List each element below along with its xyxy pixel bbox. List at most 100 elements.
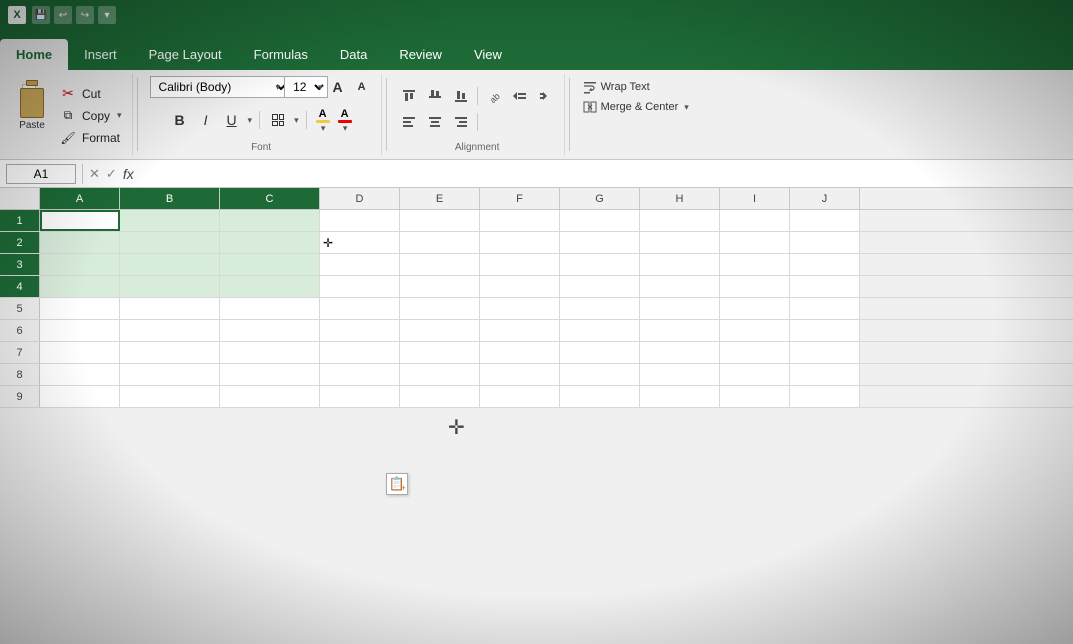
cell-i9[interactable] — [720, 386, 790, 407]
col-header-j[interactable]: J — [790, 188, 860, 209]
cell-g3[interactable] — [560, 254, 640, 275]
cell-d6[interactable] — [320, 320, 400, 341]
cell-i6[interactable] — [720, 320, 790, 341]
cell-a9[interactable] — [40, 386, 120, 407]
col-header-c[interactable]: C — [220, 188, 320, 209]
cell-h9[interactable] — [640, 386, 720, 407]
cell-g7[interactable] — [560, 342, 640, 363]
tab-insert[interactable]: Insert — [68, 39, 133, 70]
cell-c9[interactable] — [220, 386, 320, 407]
cell-j6[interactable] — [790, 320, 860, 341]
col-header-b[interactable]: B — [120, 188, 220, 209]
cell-i3[interactable] — [720, 254, 790, 275]
highlight-dropdown-arrow[interactable]: ▾ — [321, 123, 326, 134]
cell-j2[interactable] — [790, 232, 860, 253]
underline-button[interactable]: U — [221, 109, 243, 131]
cell-a7[interactable] — [40, 342, 120, 363]
paste-smart-tag[interactable]: 📋+ — [386, 473, 408, 495]
cell-h4[interactable] — [640, 276, 720, 297]
cell-g4[interactable] — [560, 276, 640, 297]
row-header-9[interactable]: 9 — [0, 386, 40, 407]
row-header-1[interactable]: 1 — [0, 210, 40, 231]
cell-j1[interactable] — [790, 210, 860, 231]
cell-i5[interactable] — [720, 298, 790, 319]
cell-i2[interactable] — [720, 232, 790, 253]
cell-a6[interactable] — [40, 320, 120, 341]
font-family-select[interactable]: Calibri (Body) — [150, 76, 290, 98]
cell-b1[interactable] — [120, 210, 220, 231]
cell-d2[interactable]: ✛ — [320, 232, 400, 253]
align-center-button[interactable] — [423, 111, 447, 133]
cell-e4[interactable] — [400, 276, 480, 297]
col-header-f[interactable]: F — [480, 188, 560, 209]
col-header-g[interactable]: G — [560, 188, 640, 209]
cell-i7[interactable] — [720, 342, 790, 363]
tab-home[interactable]: Home — [0, 39, 68, 70]
col-header-d[interactable]: D — [320, 188, 400, 209]
cell-e3[interactable] — [400, 254, 480, 275]
cell-a4[interactable] — [40, 276, 120, 297]
font-size-select[interactable]: 12 — [284, 76, 328, 98]
cell-f1[interactable] — [480, 210, 560, 231]
cut-button[interactable]: ✂ Cut — [56, 84, 126, 104]
tab-view[interactable]: View — [458, 39, 518, 70]
cell-j3[interactable] — [790, 254, 860, 275]
customize-tool[interactable]: ▾ — [98, 6, 116, 24]
align-bottom-button[interactable] — [449, 85, 473, 107]
italic-button[interactable]: I — [195, 109, 217, 131]
wrap-text-button[interactable]: Wrap Text — [580, 78, 692, 96]
row-header-4[interactable]: 4 — [0, 276, 40, 297]
cell-b5[interactable] — [120, 298, 220, 319]
cell-d9[interactable] — [320, 386, 400, 407]
cell-f9[interactable] — [480, 386, 560, 407]
cell-j4[interactable] — [790, 276, 860, 297]
cell-h8[interactable] — [640, 364, 720, 385]
highlight-color-button[interactable]: A ▾ — [314, 106, 332, 135]
merge-center-button[interactable]: Merge & Center ▾ — [580, 98, 692, 116]
cell-g2[interactable] — [560, 232, 640, 253]
col-header-e[interactable]: E — [400, 188, 480, 209]
cell-j9[interactable] — [790, 386, 860, 407]
col-header-a[interactable]: A — [40, 188, 120, 209]
tab-page-layout[interactable]: Page Layout — [133, 39, 238, 70]
undo-tool[interactable]: ↩ — [54, 6, 72, 24]
cell-e6[interactable] — [400, 320, 480, 341]
cell-f4[interactable] — [480, 276, 560, 297]
tab-formulas[interactable]: Formulas — [238, 39, 324, 70]
cell-f6[interactable] — [480, 320, 560, 341]
cell-i4[interactable] — [720, 276, 790, 297]
font-color-button[interactable]: A ▾ — [336, 106, 354, 135]
font-shrink-button[interactable]: A — [351, 76, 373, 98]
cell-d4[interactable] — [320, 276, 400, 297]
format-painter-button[interactable]: 🖌 Format — [56, 128, 126, 148]
cell-f8[interactable] — [480, 364, 560, 385]
cancel-formula-button[interactable]: ✕ — [89, 166, 100, 182]
row-header-8[interactable]: 8 — [0, 364, 40, 385]
cell-g6[interactable] — [560, 320, 640, 341]
border-button[interactable] — [267, 109, 289, 131]
cell-a8[interactable] — [40, 364, 120, 385]
cell-h6[interactable] — [640, 320, 720, 341]
cell-b3[interactable] — [120, 254, 220, 275]
row-header-5[interactable]: 5 — [0, 298, 40, 319]
paste-button[interactable]: Paste — [8, 76, 56, 135]
cell-h7[interactable] — [640, 342, 720, 363]
cell-c1[interactable] — [220, 210, 320, 231]
cell-d5[interactable] — [320, 298, 400, 319]
font-grow-button[interactable]: A — [327, 76, 349, 98]
cell-e8[interactable] — [400, 364, 480, 385]
cell-j8[interactable] — [790, 364, 860, 385]
text-orientation-button[interactable]: ab — [482, 85, 506, 107]
copy-dropdown-arrow[interactable]: ▾ — [117, 110, 122, 121]
cell-b4[interactable] — [120, 276, 220, 297]
cell-c5[interactable] — [220, 298, 320, 319]
decrease-indent-button[interactable] — [508, 85, 532, 107]
cell-c8[interactable] — [220, 364, 320, 385]
cell-e5[interactable] — [400, 298, 480, 319]
cell-j7[interactable] — [790, 342, 860, 363]
name-box[interactable] — [6, 164, 76, 184]
cell-h1[interactable] — [640, 210, 720, 231]
cell-h2[interactable] — [640, 232, 720, 253]
cell-f3[interactable] — [480, 254, 560, 275]
row-header-6[interactable]: 6 — [0, 320, 40, 341]
